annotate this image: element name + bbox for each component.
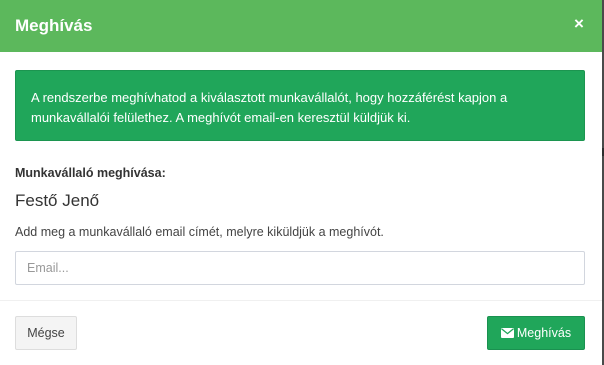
invite-modal: Meghívás × A rendszerbe meghívhatod a ki… [0,0,602,365]
invite-button-label: Meghívás [516,326,572,340]
close-icon[interactable]: × [572,14,586,34]
alert-text: A rendszerbe meghívhatod a kiválasztott … [31,90,508,125]
cancel-button-label: Mégse [27,326,65,340]
employee-name: Festő Jenő [15,191,100,210]
modal-header: Meghívás × [0,0,602,52]
footer-divider [0,300,602,301]
modal-title: Meghívás [15,16,93,35]
help-text: Add meg a munkavállaló email címét, mely… [15,225,384,239]
info-alert: A rendszerbe meghívhatod a kiválasztott … [15,70,585,141]
cancel-button[interactable]: Mégse [15,316,77,350]
envelope-icon [500,328,514,338]
section-label: Munkavállaló meghívása: [15,166,166,180]
invite-button[interactable]: Meghívás [487,316,585,350]
email-input[interactable] [15,251,585,285]
